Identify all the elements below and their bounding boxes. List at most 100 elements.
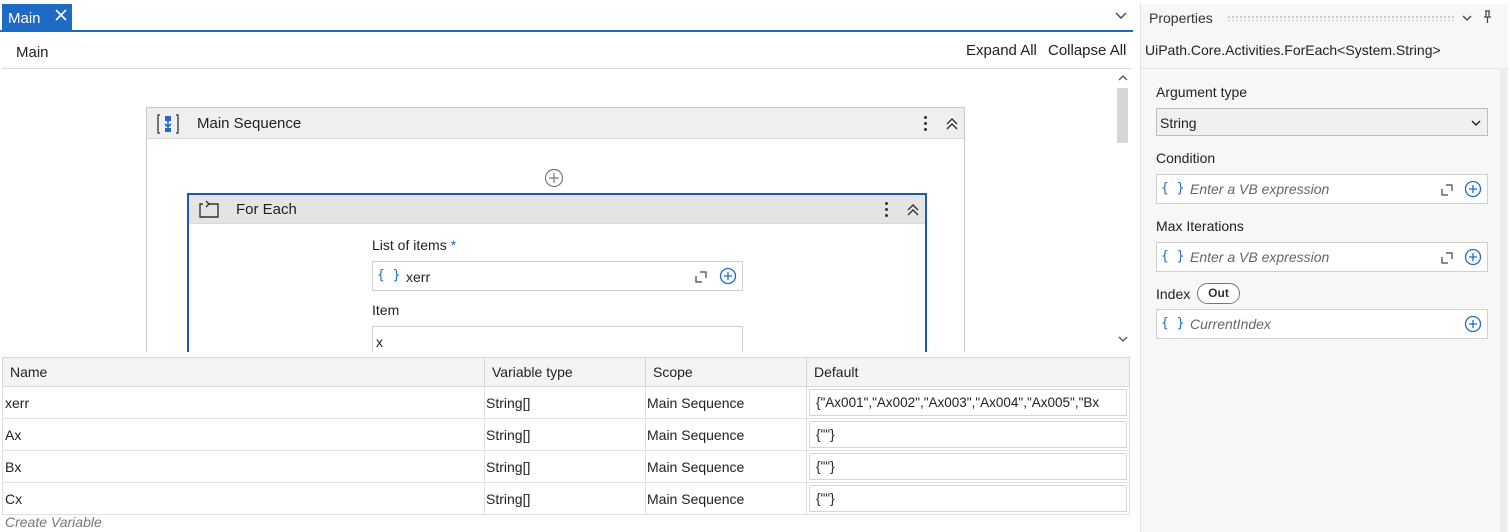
chevron-down-icon xyxy=(1471,120,1481,127)
plus-circle-icon[interactable] xyxy=(719,267,737,285)
document-tabstrip: Main xyxy=(0,0,1133,32)
table-row[interactable]: xerr String[] Main Sequence {"Ax001","Ax… xyxy=(2,386,1130,419)
scrollbar-thumb[interactable] xyxy=(1117,88,1128,143)
required-marker: * xyxy=(450,237,457,253)
workflow-canvas[interactable]: Main Sequence For Each List of items * {… xyxy=(2,70,1131,352)
variable-name-cell[interactable]: xerr xyxy=(2,386,485,419)
properties-title: Properties xyxy=(1149,10,1213,26)
properties-scrollbar[interactable] xyxy=(1500,68,1507,532)
column-header-variable-type[interactable]: Variable type xyxy=(484,357,646,387)
expression-icon: { } xyxy=(1161,316,1185,331)
variable-scope-cell[interactable]: Main Sequence xyxy=(645,418,807,451)
variable-scope-cell[interactable]: Main Sequence xyxy=(645,482,807,515)
collapse-all-button[interactable]: Collapse All xyxy=(1048,42,1126,59)
column-header-name[interactable]: Name xyxy=(2,357,485,387)
add-activity-icon[interactable] xyxy=(544,168,564,188)
variable-type-cell[interactable]: String[] xyxy=(484,482,646,515)
variable-type-cell[interactable]: String[] xyxy=(484,386,646,419)
variables-table: Name Variable type Scope Default xerr St… xyxy=(2,357,1130,515)
argument-type-select[interactable]: String xyxy=(1156,108,1488,136)
default-value-input[interactable]: {""} xyxy=(809,421,1127,448)
panel-grip[interactable] xyxy=(1227,15,1454,21)
variables-panel: Name Variable type Scope Default xerr St… xyxy=(2,357,1131,532)
pin-icon[interactable] xyxy=(1481,10,1493,24)
create-variable-input[interactable]: Create Variable xyxy=(5,514,102,530)
variable-name-cell[interactable]: Ax xyxy=(2,418,485,451)
main-sequence-header[interactable]: Main Sequence xyxy=(147,108,964,139)
main-sequence-activity[interactable]: Main Sequence For Each List of items * {… xyxy=(146,107,965,352)
expand-all-button[interactable]: Expand All xyxy=(966,42,1037,59)
chevron-down-icon[interactable] xyxy=(1114,9,1128,23)
list-of-items-label-text: List of items xyxy=(372,237,447,253)
plus-circle-icon[interactable] xyxy=(1464,180,1482,198)
canvas-scrollbar[interactable] xyxy=(1115,70,1131,352)
variable-default-cell[interactable]: {"Ax001","Ax002","Ax003","Ax004","Ax005"… xyxy=(806,386,1130,419)
max-iterations-add[interactable] xyxy=(1460,242,1488,272)
item-field[interactable]: x xyxy=(372,326,743,352)
for-each-header[interactable]: For Each xyxy=(189,195,925,224)
properties-panel: Properties UiPath.Core.Activities.ForEac… xyxy=(1140,4,1509,532)
condition-add[interactable] xyxy=(1460,174,1488,204)
table-row[interactable]: Bx String[] Main Sequence {""} xyxy=(2,450,1130,483)
tab-main[interactable]: Main xyxy=(2,4,72,32)
condition-placeholder: Enter a VB expression xyxy=(1190,181,1330,197)
variable-type-cell[interactable]: String[] xyxy=(484,418,646,451)
variable-name-cell[interactable]: Bx xyxy=(2,450,485,483)
variable-scope-cell[interactable]: Main Sequence xyxy=(645,450,807,483)
table-row[interactable]: Ax String[] Main Sequence {""} xyxy=(2,418,1130,451)
variable-type-cell[interactable]: String[] xyxy=(484,450,646,483)
variable-default-cell[interactable]: {""} xyxy=(806,418,1130,451)
index-label: Index xyxy=(1156,286,1191,302)
plus-circle-icon[interactable] xyxy=(1464,315,1482,333)
list-of-items-add[interactable] xyxy=(715,261,743,291)
breadcrumb[interactable]: Main xyxy=(16,44,49,61)
close-icon[interactable] xyxy=(53,7,71,27)
expand-editor-icon[interactable] xyxy=(1441,252,1453,264)
breadcrumb-bar: Main Expand All Collapse All xyxy=(2,34,1131,69)
expression-icon: { } xyxy=(1161,181,1185,196)
loop-icon xyxy=(199,200,219,218)
designer-panel: Main Main Expand All Collapse All Main S… xyxy=(0,0,1133,532)
default-value-input[interactable]: {""} xyxy=(809,453,1127,480)
condition-label: Condition xyxy=(1156,150,1216,166)
column-header-scope[interactable]: Scope xyxy=(645,357,807,387)
default-value-input[interactable]: {""} xyxy=(809,485,1127,512)
collapse-icon[interactable] xyxy=(905,202,921,218)
table-header-row: Name Variable type Scope Default xyxy=(2,357,1130,387)
expand-editor-icon[interactable] xyxy=(1441,184,1453,196)
item-label: Item xyxy=(372,302,400,318)
sequence-icon xyxy=(157,114,179,134)
out-direction-badge: Out xyxy=(1197,283,1240,304)
chevron-up-icon[interactable] xyxy=(1118,73,1128,83)
variable-scope-cell[interactable]: Main Sequence xyxy=(645,386,807,419)
collapse-icon[interactable] xyxy=(944,116,960,132)
column-header-default[interactable]: Default xyxy=(806,357,1130,387)
chevron-down-icon[interactable] xyxy=(1461,12,1473,24)
plus-circle-icon[interactable] xyxy=(1464,248,1482,266)
activity-class-name: UiPath.Core.Activities.ForEach<System.St… xyxy=(1145,42,1441,58)
for-each-activity[interactable]: For Each List of items * { } xerr Item x xyxy=(187,193,927,352)
item-value: x xyxy=(376,334,383,350)
chevron-down-icon[interactable] xyxy=(1118,334,1128,344)
variable-default-cell[interactable]: {""} xyxy=(806,482,1130,515)
table-row[interactable]: Cx String[] Main Sequence {""} xyxy=(2,482,1130,515)
for-each-title: For Each xyxy=(236,201,297,218)
more-options-icon[interactable] xyxy=(922,114,928,134)
divider xyxy=(1141,68,1509,69)
main-sequence-title: Main Sequence xyxy=(197,115,302,132)
more-options-icon[interactable] xyxy=(883,200,889,220)
expand-editor-icon[interactable] xyxy=(695,271,707,283)
expression-icon: { } xyxy=(377,268,401,283)
default-value-input[interactable]: {"Ax001","Ax002","Ax003","Ax004","Ax005"… xyxy=(809,389,1127,416)
variable-default-cell[interactable]: {""} xyxy=(806,450,1130,483)
list-of-items-label: List of items * xyxy=(372,237,456,253)
list-of-items-field[interactable]: { } xerr xyxy=(372,261,716,291)
argument-type-label: Argument type xyxy=(1156,84,1248,100)
variable-name-cell[interactable]: Cx xyxy=(2,482,485,515)
argument-type-value: String xyxy=(1160,115,1197,131)
index-add[interactable] xyxy=(1460,309,1488,339)
expression-icon: { } xyxy=(1161,249,1185,264)
condition-field[interactable]: { } Enter a VB expression xyxy=(1156,174,1461,204)
index-field[interactable]: { } CurrentIndex xyxy=(1156,309,1461,339)
max-iterations-field[interactable]: { } Enter a VB expression xyxy=(1156,242,1461,272)
